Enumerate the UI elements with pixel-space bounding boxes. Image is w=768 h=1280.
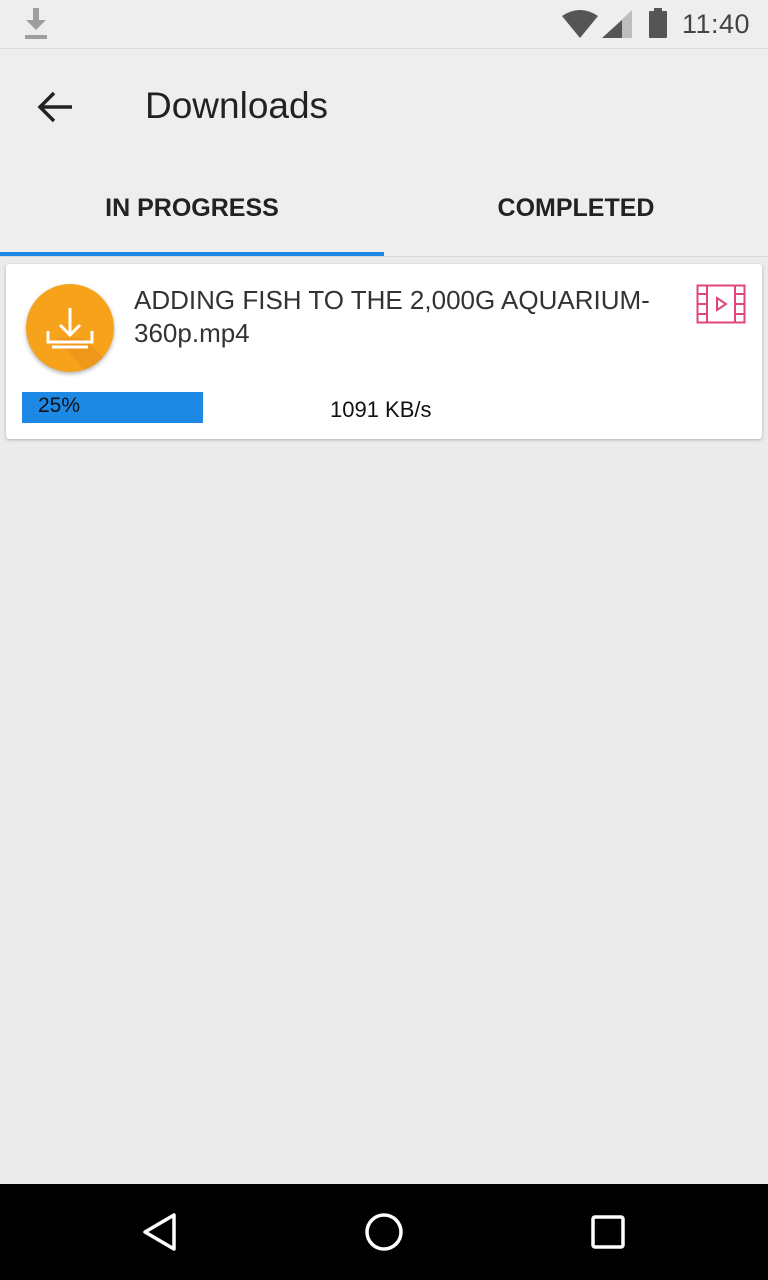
tab-bar: IN PROGRESS COMPLETED — [0, 160, 768, 257]
tab-label: IN PROGRESS — [105, 194, 279, 222]
tab-indicator — [0, 252, 384, 256]
system-nav-bar — [0, 1184, 768, 1280]
video-file-icon — [696, 284, 746, 329]
page-title: Downloads — [145, 85, 329, 126]
status-time: 11:40 — [682, 9, 751, 39]
download-item[interactable]: ADDING FISH TO THE 2,000G AQUARIUM-360p.… — [6, 264, 762, 439]
arrow-back-icon[interactable] — [32, 83, 80, 131]
tab-label: COMPLETED — [497, 194, 655, 222]
progress-label: 25% — [38, 394, 81, 417]
wifi-icon — [562, 10, 598, 43]
download-tray-icon — [26, 284, 114, 372]
recents-square-icon[interactable] — [588, 1212, 628, 1257]
app-bar: Downloads — [0, 48, 768, 160]
back-triangle-icon[interactable] — [140, 1212, 180, 1257]
home-circle-icon[interactable] — [364, 1212, 404, 1257]
status-bar: 11:40 — [0, 0, 768, 48]
download-speed: 1091 KB/s — [330, 397, 432, 422]
tab-in-progress[interactable]: IN PROGRESS — [0, 160, 384, 257]
download-notification-icon — [22, 8, 50, 45]
battery-icon — [648, 8, 668, 43]
signal-icon — [602, 10, 632, 43]
download-title: ADDING FISH TO THE 2,000G AQUARIUM-360p.… — [134, 285, 650, 348]
tab-completed[interactable]: COMPLETED — [384, 160, 768, 257]
progress-bar: 25% — [22, 392, 203, 423]
